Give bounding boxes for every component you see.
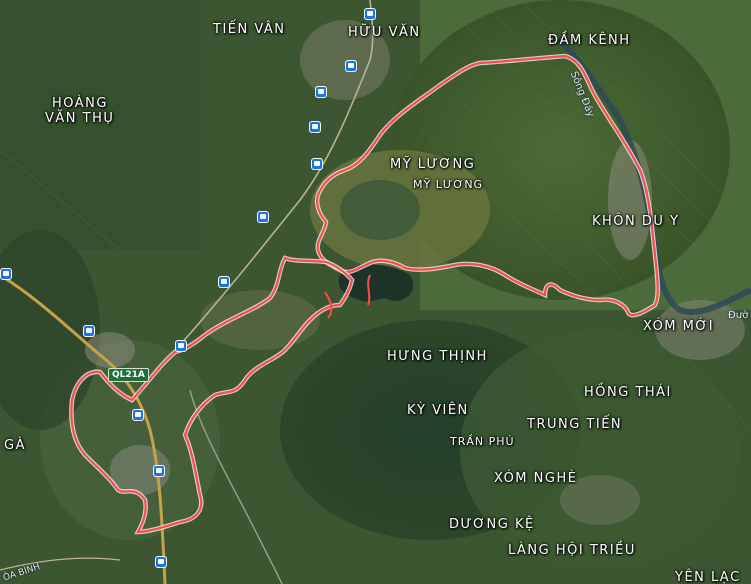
bus-stop-icon[interactable] [309,121,321,133]
bus-stop-icon[interactable] [155,556,167,568]
place-label-trung-tien[interactable]: TRUNG TIẾN [527,417,622,432]
place-label-hoang-van-thu-line2[interactable]: VĂN THỤ [45,111,114,126]
place-label-hung-thinh[interactable]: HƯNG THỊNH [387,349,488,364]
place-label-tien-van[interactable]: TIẾN VÂN [213,22,286,37]
bus-stop-icon[interactable] [315,86,327,98]
place-label-xom-nghe[interactable]: XÓM NGHÈ [494,471,577,486]
bus-stop-icon[interactable] [153,465,165,477]
place-label-khon-du-y[interactable]: KHÔN DU Y [592,214,680,229]
map-imagery [0,0,751,584]
bus-stop-icon[interactable] [0,268,12,280]
bus-stop-icon[interactable] [175,340,187,352]
bus-stop-icon[interactable] [311,158,323,170]
bus-stop-icon[interactable] [132,409,144,421]
bus-stop-icon[interactable] [83,325,95,337]
place-label-ga[interactable]: GÀ [4,438,26,453]
place-label-ky-vien[interactable]: KỲ VIÊN [407,403,469,418]
road-shield-ql21a[interactable]: QL21A [108,368,149,382]
place-label-hong-thai[interactable]: HỒNG THÁI [584,385,672,400]
bus-stop-icon[interactable] [345,60,357,72]
road-label-edge: Đườ [728,310,749,321]
place-label-xom-moi[interactable]: XÓM MỚI [643,319,714,334]
place-label-my-luong-small[interactable]: MỸ LƯƠNG [413,177,483,192]
place-label-duong-ke[interactable]: DƯƠNG KỆ [449,517,535,532]
bus-stop-icon[interactable] [257,211,269,223]
bus-stop-icon[interactable] [364,8,376,20]
bus-stop-icon[interactable] [218,276,230,288]
place-label-tran-phu[interactable]: TRẦN PHÚ [450,434,515,449]
place-label-yen-lac[interactable]: YÊN LẠC [675,570,741,584]
place-label-my-luong[interactable]: MỸ LƯƠNG [390,157,475,172]
place-label-huu-van[interactable]: HỮU VĂN [348,25,421,40]
place-label-lang-hoi-trieu[interactable]: LÀNG HỘI TRIỀU [508,543,636,558]
satellite-map[interactable]: TIẾN VÂN HỮU VĂN ĐẦM KÊNH HOÀNG VĂN THỤ … [0,0,751,584]
place-label-hoang-van-thu-line1[interactable]: HOÀNG [52,96,108,111]
place-label-dam-kenh[interactable]: ĐẦM KÊNH [548,33,631,48]
